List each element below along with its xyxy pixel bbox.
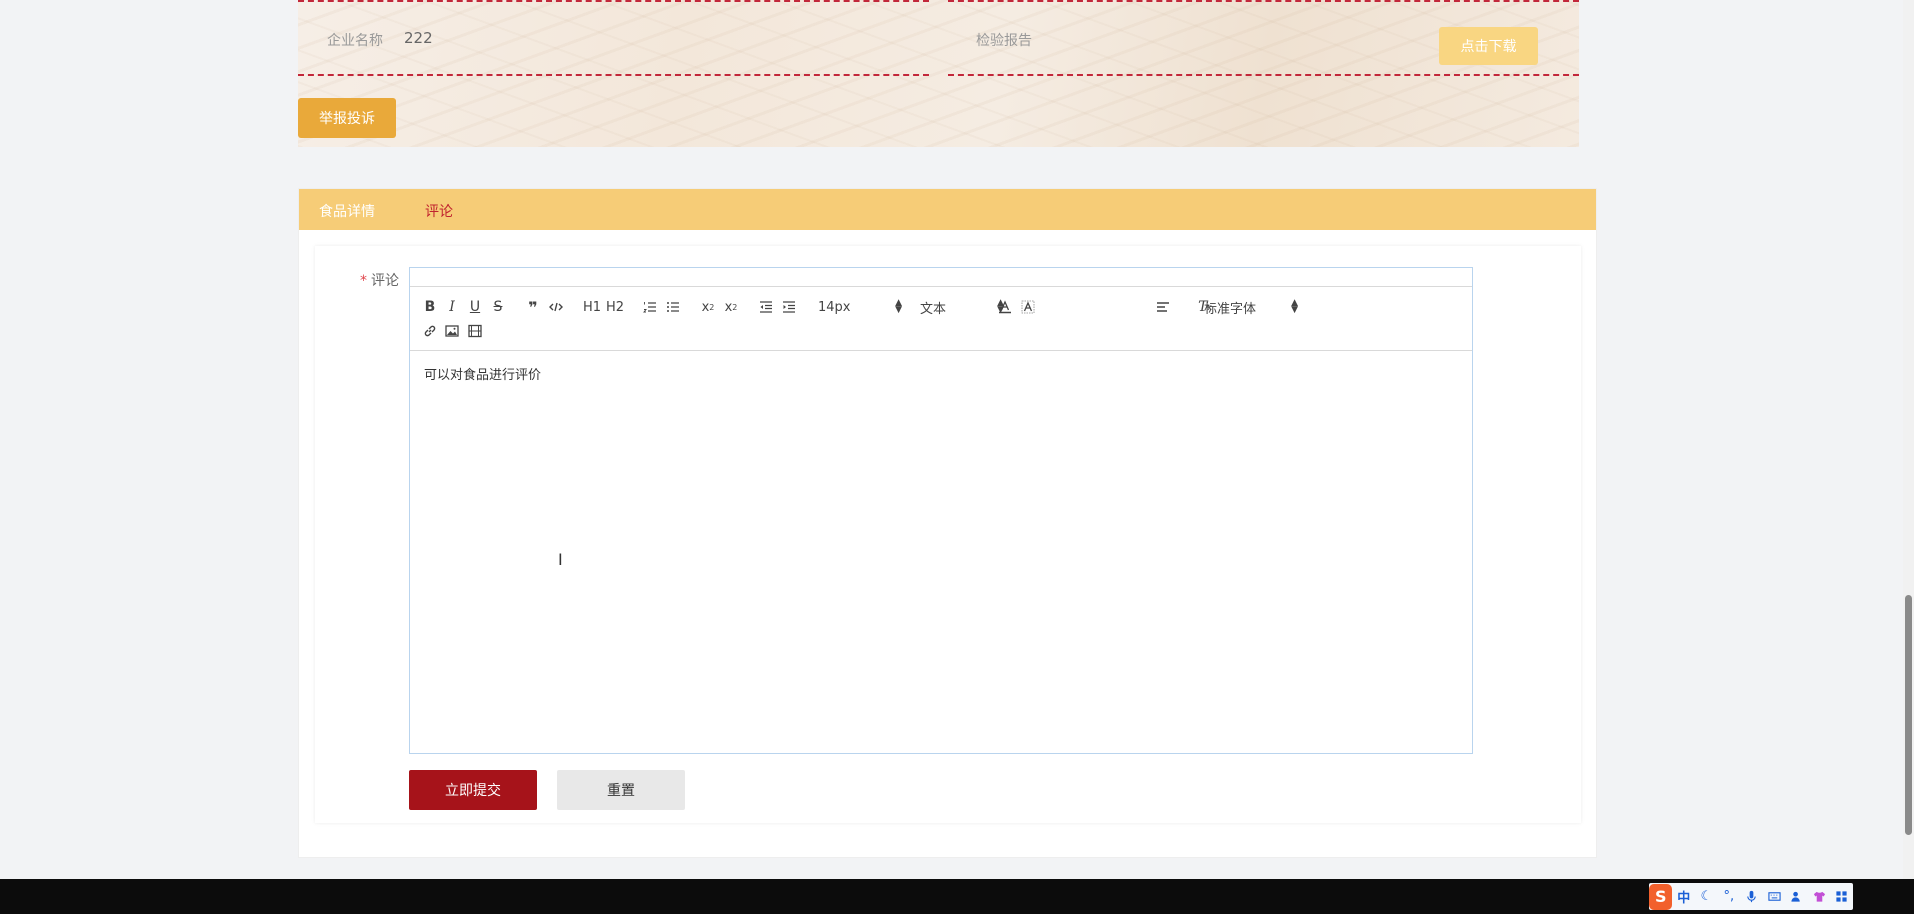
download-button[interactable]: 点击下载 <box>1439 27 1538 65</box>
ime-mode-toggle[interactable]: 中 <box>1672 884 1695 909</box>
background-color-icon[interactable] <box>1018 297 1038 317</box>
grid-menu-icon[interactable] <box>1830 884 1853 909</box>
editor-placeholder: 可以对食品进行评价 <box>424 368 542 383</box>
submit-button[interactable]: 立即提交 <box>409 770 537 810</box>
tab-food-details[interactable]: 食品详情 <box>319 201 375 221</box>
code-icon[interactable] <box>546 297 566 317</box>
italic-icon[interactable]: I <box>442 297 462 317</box>
comment-field-label: * 评论 <box>360 270 399 290</box>
text-cursor-icon: I <box>558 550 563 569</box>
taskbar: S 中 ☾ °, <box>0 879 1914 914</box>
page: 企业名称 222 检验报告 点击下载 举报投诉 食品详情 评论 *评论 B I <box>0 0 1914 914</box>
comment-editor-input[interactable]: 可以对食品进行评价 <box>410 352 1472 753</box>
rich-text-editor: B I U S ❞ H1 H2 x2 x 2 14px ▲ ▼ 文本 ▲ ▼ 标… <box>409 267 1473 754</box>
subscript-icon[interactable]: x2 <box>698 297 718 317</box>
tab-panel: 食品详情 评论 * 评论 B I U S ❞ H1 H2 x 2 x 2 14p… <box>298 188 1597 858</box>
comment-form: * 评论 B I U S ❞ H1 H2 x 2 x 2 14px ▲ ▼ 文本… <box>315 246 1581 823</box>
editor-toolbar: B I U S ❞ H1 H2 x2 x 2 14px ▲ ▼ 文本 ▲ ▼ 标… <box>410 287 1472 351</box>
align-icon[interactable] <box>1153 297 1173 317</box>
image-icon[interactable] <box>442 321 462 341</box>
bullet-list-icon[interactable] <box>663 297 683 317</box>
keyboard-icon[interactable] <box>1763 884 1786 909</box>
skin-shirt-icon[interactable] <box>1808 884 1831 909</box>
blockquote-icon[interactable]: ❞ <box>523 297 543 317</box>
tab-comments[interactable]: 评论 <box>425 201 453 221</box>
company-name-value: 222 <box>404 29 433 47</box>
header-2-icon[interactable]: H2 <box>605 297 625 317</box>
user-settings-icon[interactable] <box>1785 884 1808 909</box>
product-info-band: 企业名称 222 检验报告 点击下载 举报投诉 <box>298 0 1579 147</box>
sogou-logo-icon[interactable]: S <box>1649 883 1673 910</box>
ime-punctuation-toggle[interactable]: °, <box>1718 884 1741 909</box>
reset-button[interactable]: 重置 <box>557 770 685 810</box>
header-1-icon[interactable]: H1 <box>582 297 602 317</box>
editor-top-strip <box>410 268 1472 287</box>
company-name-label: 企业名称 <box>327 33 383 49</box>
strikethrough-icon[interactable]: S <box>488 297 508 317</box>
font-color-icon[interactable] <box>995 297 1015 317</box>
clear-format-icon[interactable]: Tx <box>1195 297 1215 317</box>
microphone-icon[interactable] <box>1740 884 1763 909</box>
bold-icon[interactable]: B <box>420 297 440 317</box>
select-arrows-icon: ▲ ▼ <box>1291 298 1298 315</box>
font-size-value: 14px <box>818 299 851 315</box>
scrollbar-thumb[interactable] <box>1905 595 1912 835</box>
required-mark: * <box>360 273 367 289</box>
indent-icon[interactable] <box>779 297 799 317</box>
company-name-row: 企业名称 222 <box>298 0 929 76</box>
header-type-select[interactable]: 文本 ▲ ▼ <box>920 297 1004 317</box>
outdent-icon[interactable] <box>756 297 776 317</box>
ordered-list-icon[interactable] <box>640 297 660 317</box>
tab-bar: 食品详情 评论 <box>299 189 1596 230</box>
page-scrollbar[interactable] <box>1903 0 1914 879</box>
report-complaint-button[interactable]: 举报投诉 <box>298 98 396 138</box>
font-family-select[interactable]: 标准字体 ▲ ▼ <box>1204 297 1298 317</box>
header-type-value: 文本 <box>920 301 947 317</box>
font-size-select[interactable]: 14px ▲ ▼ <box>818 297 902 317</box>
video-icon[interactable] <box>465 321 485 341</box>
ime-toolbar[interactable]: S 中 ☾ °, <box>1649 883 1853 910</box>
link-icon[interactable] <box>420 321 440 341</box>
underline-icon[interactable]: U <box>465 297 485 317</box>
inspection-report-label: 检验报告 <box>976 33 1032 49</box>
select-arrows-icon: ▲ ▼ <box>895 298 902 315</box>
comment-label-text: 评论 <box>371 273 399 289</box>
superscript-icon[interactable]: x2 <box>721 297 741 317</box>
moon-icon[interactable]: ☾ <box>1695 884 1718 909</box>
